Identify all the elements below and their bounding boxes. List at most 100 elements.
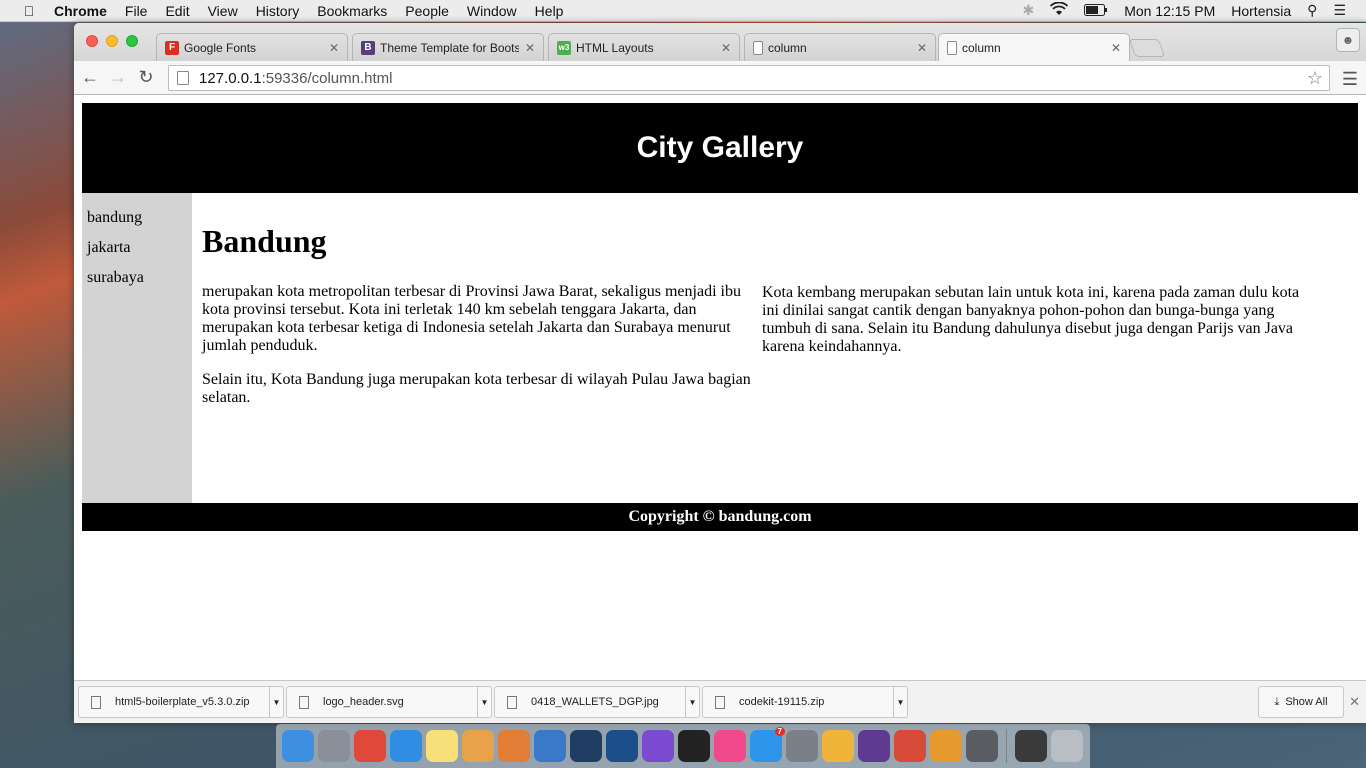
dash-icon[interactable]: [642, 730, 674, 762]
close-tab-icon[interactable]: ✕: [917, 41, 927, 55]
chrome-menu-icon[interactable]: ☰: [1342, 69, 1358, 90]
window-close-button[interactable]: [86, 35, 98, 47]
github-icon[interactable]: [858, 730, 890, 762]
forward-icon[interactable]: →: [106, 67, 130, 88]
show-all-downloads-button[interactable]: ⤓ Show All: [1258, 686, 1344, 718]
chrome-icon[interactable]: [354, 730, 386, 762]
tab-label: column: [768, 40, 807, 55]
apple-menu-icon[interactable]: : [20, 3, 38, 19]
download-item[interactable]: html5-boilerplate_v5.3.0.zip ▼: [78, 686, 284, 718]
close-tab-icon[interactable]: ✕: [1111, 41, 1121, 55]
site-footer: Copyright © bandung.com: [82, 503, 1358, 531]
site-header: City Gallery: [82, 103, 1358, 193]
tab-bootstrap-theme[interactable]: B Theme Template for Bootstrap ✕: [352, 33, 544, 61]
bootstrap-icon: B: [361, 40, 375, 55]
menubar-user[interactable]: Hortensia: [1231, 3, 1291, 19]
bluetooth-icon[interactable]: ✱: [1022, 2, 1034, 19]
spotlight-search-icon[interactable]: ⚲: [1307, 2, 1317, 19]
tab-column-1[interactable]: column ✕: [744, 33, 936, 61]
sourcetree-icon[interactable]: [606, 730, 638, 762]
chevron-down-icon[interactable]: ▼: [477, 687, 491, 717]
close-tab-icon[interactable]: ✕: [721, 41, 731, 55]
launchpad-icon[interactable]: [318, 730, 350, 762]
downloads-shelf: html5-boilerplate_v5.3.0.zip ▼ logo_head…: [74, 680, 1366, 723]
menu-app-chrome[interactable]: Chrome: [54, 3, 107, 19]
address-bar[interactable]: 127.0.0.1 :59336/column.html ☆: [168, 65, 1330, 91]
paragraph: Selain itu, Kota Bandung juga merupakan …: [202, 371, 751, 406]
menu-bookmarks[interactable]: Bookmarks: [317, 3, 387, 19]
chrome-window: F Google Fonts ✕ B Theme Template for Bo…: [74, 23, 1366, 723]
chrome-canary-icon[interactable]: [894, 730, 926, 762]
framer-icon[interactable]: [570, 730, 602, 762]
page-icon: [947, 41, 957, 55]
page-icon: [753, 40, 763, 55]
url-host: 127.0.0.1: [199, 69, 262, 87]
watch-icon[interactable]: [1015, 730, 1047, 762]
tab-strip: F Google Fonts ✕ B Theme Template for Bo…: [74, 23, 1366, 62]
chevron-down-icon[interactable]: ▼: [685, 687, 699, 717]
preview-icon[interactable]: [930, 730, 962, 762]
tab-html-layouts[interactable]: w3 HTML Layouts ✕: [548, 33, 740, 61]
menu-window[interactable]: Window: [467, 3, 517, 19]
new-tab-button[interactable]: [1128, 39, 1166, 57]
notification-center-icon[interactable]: ☰: [1333, 2, 1346, 19]
page-viewport: City Gallery bandung jakarta surabaya Ba…: [74, 95, 1366, 680]
download-icon: ⤓: [1274, 695, 1280, 708]
file-icon: [91, 695, 101, 709]
window-minimize-button[interactable]: [106, 35, 118, 47]
system-preferences-icon[interactable]: [786, 730, 818, 762]
sublime-icon[interactable]: [966, 730, 998, 762]
menu-help[interactable]: Help: [535, 3, 564, 19]
keynote-chart-icon[interactable]: [498, 730, 530, 762]
menu-history[interactable]: History: [256, 3, 300, 19]
show-all-label: Show All: [1285, 696, 1328, 708]
file-icon: [715, 695, 725, 709]
download-item[interactable]: codekit-19115.zip ▼: [702, 686, 908, 718]
wifi-icon[interactable]: [1050, 1, 1069, 19]
app-store-badge: 7: [774, 727, 785, 736]
tab-label: HTML Layouts: [576, 40, 654, 55]
site-section: Bandung merupakan kota metropolitan terb…: [202, 193, 1352, 503]
photos-icon[interactable]: [822, 730, 854, 762]
profile-icon[interactable]: ☻: [1336, 28, 1360, 52]
chevron-down-icon[interactable]: ▼: [269, 687, 283, 717]
reload-icon[interactable]: ↻: [134, 67, 158, 88]
finder-icon[interactable]: [282, 730, 314, 762]
site-nav: bandung jakarta surabaya: [82, 193, 192, 503]
close-shelf-icon[interactable]: ✕: [1349, 694, 1360, 710]
file-icon: [299, 695, 309, 709]
app-store-icon[interactable]: 7: [750, 727, 785, 762]
textedit-icon[interactable]: [462, 730, 494, 762]
menu-edit[interactable]: Edit: [165, 3, 189, 19]
close-tab-icon[interactable]: ✕: [525, 41, 535, 55]
window-zoom-button[interactable]: [126, 35, 138, 47]
tab-column-2-active[interactable]: column ✕: [938, 33, 1130, 62]
menu-people[interactable]: People: [405, 3, 449, 19]
download-filename: html5-boilerplate_v5.3.0.zip: [115, 696, 250, 708]
nav-item-bandung[interactable]: bandung: [87, 203, 187, 233]
menubar-clock[interactable]: Mon 12:15 PM: [1124, 3, 1215, 19]
nav-item-jakarta[interactable]: jakarta: [87, 233, 187, 263]
bookmark-star-icon[interactable]: ☆: [1307, 68, 1323, 89]
menu-file[interactable]: File: [125, 3, 148, 19]
close-tab-icon[interactable]: ✕: [329, 41, 339, 55]
column-left: merupakan kota metropolitan terbesar di …: [202, 283, 756, 423]
battery-icon[interactable]: [1084, 3, 1108, 19]
download-filename: 0418_WALLETS_DGP.jpg: [531, 696, 659, 708]
download-item[interactable]: 0418_WALLETS_DGP.jpg ▼: [494, 686, 700, 718]
back-icon[interactable]: ←: [78, 67, 102, 88]
trash-icon[interactable]: [1051, 730, 1083, 762]
download-filename: codekit-19115.zip: [739, 696, 825, 708]
itunes-icon[interactable]: [714, 730, 746, 762]
download-item[interactable]: logo_header.svg ▼: [286, 686, 492, 718]
menu-view[interactable]: View: [208, 3, 238, 19]
notes-icon[interactable]: [426, 730, 458, 762]
keynote-icon[interactable]: [534, 730, 566, 762]
safari-icon[interactable]: [390, 730, 422, 762]
dock-separator: [1006, 729, 1007, 763]
nav-item-surabaya[interactable]: surabaya: [87, 263, 187, 293]
chevron-down-icon[interactable]: ▼: [893, 687, 907, 717]
terminal-icon[interactable]: [678, 730, 710, 762]
page-info-icon[interactable]: [177, 71, 189, 85]
tab-google-fonts[interactable]: F Google Fonts ✕: [156, 33, 348, 61]
